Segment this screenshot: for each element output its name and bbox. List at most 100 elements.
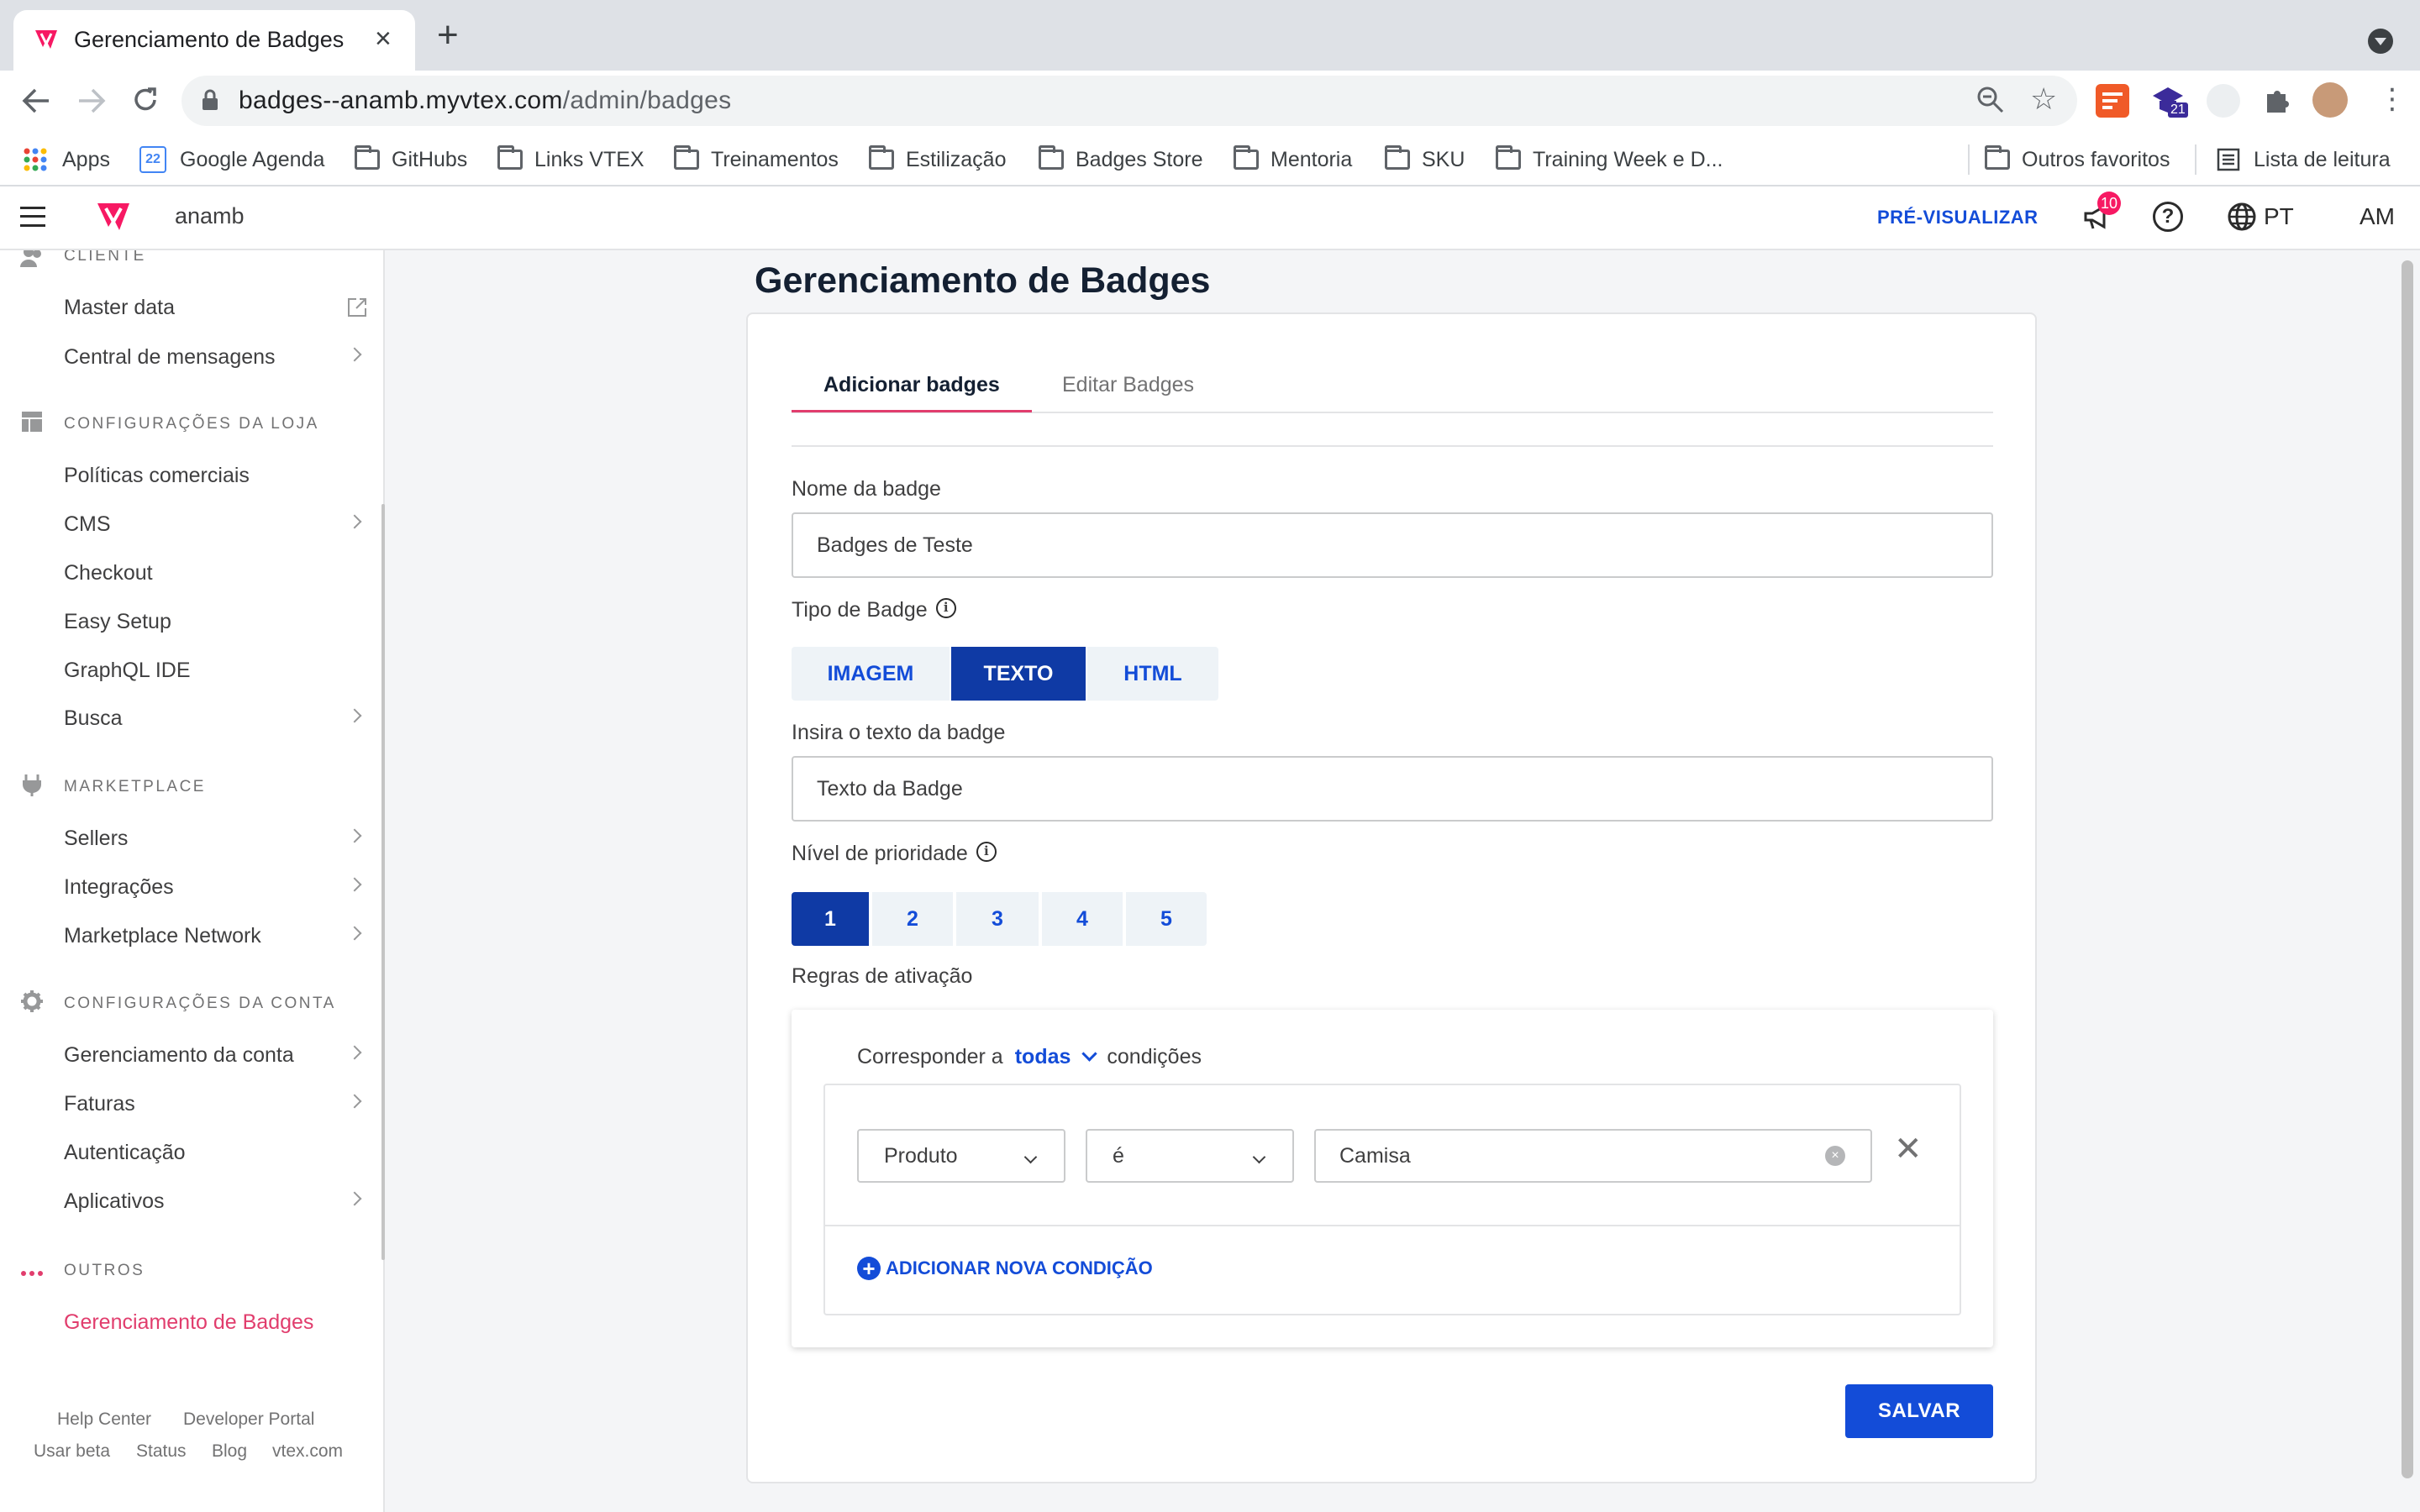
apps-grid-icon [24, 148, 47, 171]
footer-link-usar-beta[interactable]: Usar beta [34, 1441, 110, 1462]
reload-icon[interactable] [131, 86, 160, 114]
footer-link-developer-portal[interactable]: Developer Portal [183, 1410, 314, 1430]
bookmark-folder[interactable]: Links VTEX [497, 143, 644, 176]
bookmark-folder[interactable]: Estilização [869, 143, 1007, 176]
condition-operator-value: é [1113, 1143, 1124, 1168]
sidebar-item-checkout[interactable]: Checkout [64, 552, 375, 594]
account-name[interactable]: anamb [175, 203, 245, 229]
sidebar-item-faturas[interactable]: Faturas [64, 1083, 375, 1125]
footer-link-blog[interactable]: Blog [212, 1441, 247, 1462]
bookmark-folder[interactable]: SKU [1385, 143, 1465, 176]
priority-option-2[interactable]: 2 [872, 892, 953, 946]
browser-menu-icon[interactable]: ⋮ [2378, 82, 2407, 116]
match-operator-select[interactable]: todas [1015, 1045, 1098, 1069]
sidebar-section-marketplace: MARKETPLACE [64, 778, 206, 795]
sidebar-item-gerenciamento-da-conta[interactable]: Gerenciamento da conta [64, 1034, 375, 1076]
forward-icon[interactable] [77, 87, 106, 114]
sidebar-item-master-data[interactable]: Master data [64, 286, 375, 328]
sidebar-item-easy-setup[interactable]: Easy Setup [64, 601, 375, 643]
extension-graduation-icon[interactable]: 21 [2151, 84, 2188, 118]
footer-link-vtex[interactable]: vtex.com [272, 1441, 343, 1462]
menu-hamburger-icon[interactable] [20, 207, 45, 227]
bookmark-other-favorites[interactable]: Outros favoritos [1985, 143, 2170, 176]
bookmark-star-icon[interactable]: ☆ [2030, 82, 2057, 116]
extension-generic-icon[interactable] [2207, 84, 2240, 118]
url-path: /admin/badges [562, 87, 732, 114]
globe-icon[interactable] [2227, 202, 2257, 232]
sidebar-item-marketplace-network[interactable]: Marketplace Network [64, 915, 375, 957]
condition-operator-select[interactable]: é [1086, 1129, 1294, 1183]
bookmark-google-agenda[interactable]: 22 Google Agenda [139, 143, 324, 176]
close-tab-icon[interactable]: × [375, 24, 392, 54]
sidebar-item-busca[interactable]: Busca [64, 697, 375, 739]
priority-option-5[interactable]: 5 [1126, 892, 1207, 946]
sidebar-item-label: Gerenciamento da conta [64, 1042, 294, 1067]
condition-field-select[interactable]: Produto [857, 1129, 1065, 1183]
remove-condition-icon[interactable]: ✕ [1894, 1132, 1923, 1166]
page-scrollbar[interactable] [2402, 260, 2413, 1478]
priority-option-1[interactable]: 1 [792, 892, 869, 946]
badge-name-input[interactable]: Badges de Teste [792, 512, 1993, 578]
sidebar-item-politicas-comerciais[interactable]: Políticas comerciais [64, 454, 375, 496]
extension-badge: 21 [2168, 102, 2188, 118]
sidebar-section-configuracoes-da-loja: CONFIGURAÇÕES DA LOJA [64, 415, 319, 433]
bookmark-label: Apps [62, 147, 110, 171]
save-button[interactable]: SALVAR [1845, 1384, 1993, 1438]
sidebar-item-sellers[interactable]: Sellers [64, 817, 375, 859]
vtex-logo-icon[interactable] [96, 202, 131, 232]
info-icon[interactable]: i [976, 841, 997, 862]
preview-button[interactable]: PRÉ-VISUALIZAR [1877, 207, 2039, 228]
folder-icon [1039, 145, 1064, 170]
sidebar-item-graphql-ide[interactable]: GraphQL IDE [64, 649, 375, 691]
clear-input-icon[interactable]: × [1825, 1146, 1845, 1166]
language-selector[interactable]: PT [2264, 203, 2294, 230]
folder-icon [1985, 145, 2010, 170]
bookmark-label: GitHubs [392, 147, 468, 171]
sidebar-item-autenticacao[interactable]: Autenticação [64, 1131, 375, 1173]
tab-adicionar-badges[interactable]: Adicionar badges [823, 373, 1000, 397]
footer-link-status[interactable]: Status [136, 1441, 187, 1462]
address-bar[interactable]: badges--anamb.myvtex.com/admin/badges ☆ [182, 76, 2077, 126]
badge-text-input[interactable]: Texto da Badge [792, 756, 1993, 822]
type-option-texto[interactable]: TEXTO [951, 647, 1086, 701]
bookmark-label: Links VTEX [534, 147, 644, 171]
extension-todoist-icon[interactable] [2096, 84, 2129, 118]
browser-tab-strip: Gerenciamento de Badges × + [0, 0, 2420, 71]
profile-avatar[interactable] [2312, 82, 2348, 118]
priority-option-3[interactable]: 3 [956, 892, 1039, 946]
browser-tab[interactable]: Gerenciamento de Badges × [13, 10, 415, 71]
bookmark-folder[interactable]: GitHubs [355, 143, 467, 176]
tab-search-icon[interactable] [2368, 29, 2393, 54]
extensions-puzzle-icon[interactable] [2262, 86, 2292, 116]
sidebar-item-aplicativos[interactable]: Aplicativos [64, 1180, 375, 1222]
type-option-html[interactable]: HTML [1087, 647, 1218, 701]
sidebar-scrollbar[interactable] [381, 504, 385, 1260]
zoom-icon[interactable] [1976, 86, 2005, 114]
sidebar-item-cms[interactable]: CMS [64, 503, 375, 545]
section-divider [792, 445, 1993, 447]
priority-option-4[interactable]: 4 [1042, 892, 1123, 946]
type-option-imagem[interactable]: IMAGEM [792, 647, 950, 701]
footer-link-help-center[interactable]: Help Center [57, 1410, 151, 1430]
back-icon[interactable] [22, 87, 50, 114]
sidebar-item-central-de-mensagens[interactable]: Central de mensagens [64, 336, 375, 378]
reading-list-button[interactable]: Lista de leitura [2217, 143, 2391, 176]
help-icon[interactable]: ? [2153, 202, 2183, 232]
bookmark-apps[interactable]: Apps [24, 143, 110, 176]
bookmark-folder[interactable]: Training Week e D... [1496, 143, 1723, 176]
add-condition-button[interactable]: + ADICIONAR NOVA CONDIÇÃO [857, 1257, 1153, 1280]
bookmark-label: Google Agenda [180, 147, 325, 171]
sidebar-section-outros: OUTROS [64, 1262, 145, 1279]
new-tab-icon[interactable]: + [437, 17, 459, 54]
condition-value-input[interactable]: Camisa × [1314, 1129, 1872, 1183]
bookmark-folder[interactable]: Badges Store [1039, 143, 1203, 176]
sidebar-item-gerenciamento-de-badges[interactable]: Gerenciamento de Badges [64, 1301, 375, 1343]
sidebar-item-integracoes[interactable]: Integrações [64, 866, 375, 908]
lock-icon [203, 89, 218, 110]
bookmark-folder[interactable]: Mentoria [1234, 143, 1352, 176]
bookmark-folder[interactable]: Treinamentos [674, 143, 839, 176]
user-avatar[interactable]: AM [2360, 203, 2395, 230]
tab-editar-badges[interactable]: Editar Badges [1062, 373, 1194, 397]
info-icon[interactable]: i [935, 597, 956, 618]
url-text[interactable]: badges--anamb.myvtex.com/admin/badges [239, 87, 731, 115]
